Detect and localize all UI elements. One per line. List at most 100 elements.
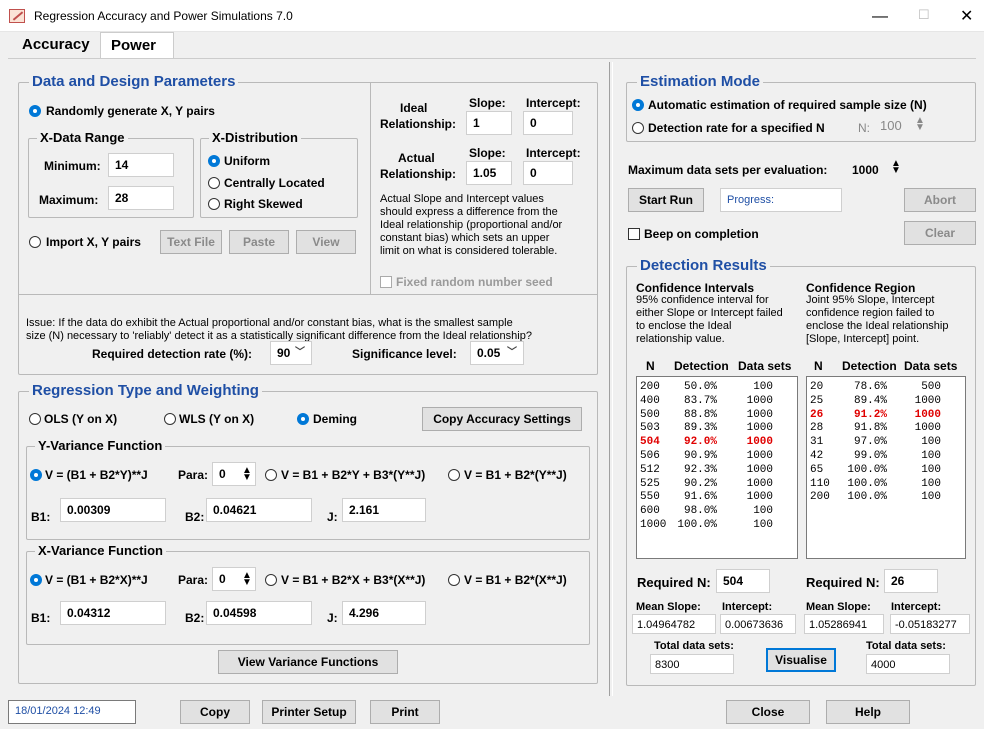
detection-rate-radio[interactable] [632,122,644,134]
copy-accuracy-settings-button[interactable]: Copy Accuracy Settings [422,407,582,431]
paste-button[interactable]: Paste [229,230,289,254]
wls-radio[interactable] [164,413,176,425]
list-item[interactable]: 600 98.0% 100 [637,505,797,517]
y-func1-label[interactable]: V = (B1 + B2*Y)**J [45,467,148,483]
central-label[interactable]: Centrally Located [224,175,325,191]
random-label[interactable]: Randomly generate X, Y pairs [46,103,215,119]
list-item[interactable]: 28 91.8% 1000 [807,422,965,434]
list-item[interactable]: 200 100.0% 100 [807,491,965,503]
uniform-label[interactable]: Uniform [224,153,270,169]
minimize-icon[interactable]: — [872,8,888,26]
list-item[interactable]: 20 78.6% 500 [807,381,965,393]
y-j-input[interactable]: 2.161 [342,498,426,522]
maximize-icon[interactable]: ☐ [918,7,930,23]
x-b2-input[interactable]: 0.04598 [206,601,312,625]
min-input[interactable]: 14 [108,153,174,177]
fixed-seed-label[interactable]: Fixed random number seed [396,274,553,290]
import-label[interactable]: Import X, Y pairs [46,234,141,250]
list-item[interactable]: 42 99.0% 100 [807,450,965,462]
ci-results-list[interactable]: 200 50.0% 100 400 83.7% 1000 500 88.8% 1000 503 89… [636,376,798,559]
x-func2-label[interactable]: V = B1 + B2*X + B3*(X**J) [281,572,425,588]
auto-estimation-label[interactable]: Automatic estimation of required sample … [648,97,927,113]
y-func2-radio[interactable] [265,469,277,481]
y-b2-input[interactable]: 0.04621 [206,498,312,522]
list-item[interactable]: 200 50.0% 100 [637,381,797,393]
list-item[interactable]: 25 89.4% 1000 [807,395,965,407]
clear-button[interactable]: Clear [904,221,976,245]
y-func2-label[interactable]: V = B1 + B2*Y + B3*(Y**J) [281,467,425,483]
list-item[interactable]: 500 88.8% 1000 [637,409,797,421]
list-item[interactable]: 504 92.0% 1000 [637,436,797,448]
text-file-button[interactable]: Text File [160,230,222,254]
list-item[interactable]: 31 97.0% 100 [807,436,965,448]
view-variance-functions-button[interactable]: View Variance Functions [218,650,398,674]
x-b1-input[interactable]: 0.04312 [60,601,166,625]
y-func1-radio[interactable] [30,469,42,481]
beep-checkbox[interactable] [628,228,640,240]
max-datasets-spinner-icon[interactable]: ▲ ▼ [890,159,902,176]
actual-slope-input[interactable]: 1.05 [466,161,512,185]
x-func2-radio[interactable] [265,574,277,586]
x-func3-label[interactable]: V = B1 + B2*(X**J) [464,572,567,588]
y-b1-input[interactable]: 0.00309 [60,498,166,522]
max-datasets-value[interactable]: 1000 [852,162,879,178]
x-j-input[interactable]: 4.296 [342,601,426,625]
list-item[interactable]: 65 100.0% 100 [807,464,965,476]
auto-estimation-radio[interactable] [632,99,644,111]
close-icon[interactable]: ✕ [960,6,973,26]
beep-label[interactable]: Beep on completion [644,226,759,242]
import-radio[interactable] [29,236,41,248]
right-skewed-radio[interactable] [208,198,220,210]
list-item[interactable]: 512 92.3% 1000 [637,464,797,476]
close-button[interactable]: Close [726,700,810,724]
list-item[interactable]: 400 83.7% 1000 [637,395,797,407]
actual-intercept-input[interactable]: 0 [523,161,573,185]
req-rate-select[interactable]: 90 ﹀ [270,341,312,365]
random-radio[interactable] [29,105,41,117]
central-radio[interactable] [208,177,220,189]
uniform-radio[interactable] [208,155,220,167]
tab-accuracy[interactable]: Accuracy [12,32,100,58]
deming-radio[interactable] [297,413,309,425]
spinner-icon[interactable]: ▲ ▼ [241,571,253,588]
detection-rate-label[interactable]: Detection rate for a specified N [648,120,825,136]
list-item[interactable]: 503 89.3% 1000 [637,422,797,434]
n-spinner-icon[interactable]: ▲ ▼ [914,116,926,133]
list-item[interactable]: 26 91.2% 1000 [807,409,965,421]
spinner-icon[interactable]: ▲ ▼ [241,466,253,483]
max-input[interactable]: 28 [108,186,174,210]
ideal-slope-input[interactable]: 1 [466,111,512,135]
sig-level-select[interactable]: 0.05 ﹀ [470,341,524,365]
help-button[interactable]: Help [826,700,910,724]
right-skewed-label[interactable]: Right Skewed [224,196,303,212]
x-para-input[interactable]: 0 ▲ ▼ [212,567,256,591]
start-run-button[interactable]: Start Run [628,188,704,212]
list-item[interactable]: 525 90.2% 1000 [637,478,797,490]
wls-label[interactable]: WLS (Y on X) [179,411,254,427]
ols-radio[interactable] [29,413,41,425]
x-func1-radio[interactable] [30,574,42,586]
y-para-input[interactable]: 0 ▲ ▼ [212,462,256,486]
copy-button[interactable]: Copy [180,700,250,724]
list-item[interactable]: 1000 100.0% 100 [637,519,797,531]
list-cell-detection: 100.0% [847,491,887,504]
x-func1-label[interactable]: V = (B1 + B2*X)**J [45,572,148,588]
abort-button[interactable]: Abort [904,188,976,212]
print-button[interactable]: Print [370,700,440,724]
ideal-intercept-input[interactable]: 0 [523,111,573,135]
view-button[interactable]: View [296,230,356,254]
list-item[interactable]: 110 100.0% 100 [807,478,965,490]
tab-power[interactable]: Power [100,32,174,58]
list-item[interactable]: 550 91.6% 1000 [637,491,797,503]
x-func3-radio[interactable] [448,574,460,586]
n-value[interactable]: 100 [880,118,902,134]
y-func3-label[interactable]: V = B1 + B2*(Y**J) [464,467,567,483]
ols-label[interactable]: OLS (Y on X) [44,411,117,427]
cr-results-list[interactable]: 20 78.6% 500 25 89.4% 1000 26 91.2% 1000 28 91.8% 1… [806,376,966,559]
y-func3-radio[interactable] [448,469,460,481]
printer-setup-button[interactable]: Printer Setup [262,700,356,724]
list-item[interactable]: 506 90.9% 1000 [637,450,797,462]
deming-label[interactable]: Deming [313,411,357,427]
fixed-seed-checkbox[interactable] [380,276,392,288]
visualise-button[interactable]: Visualise [766,648,836,672]
